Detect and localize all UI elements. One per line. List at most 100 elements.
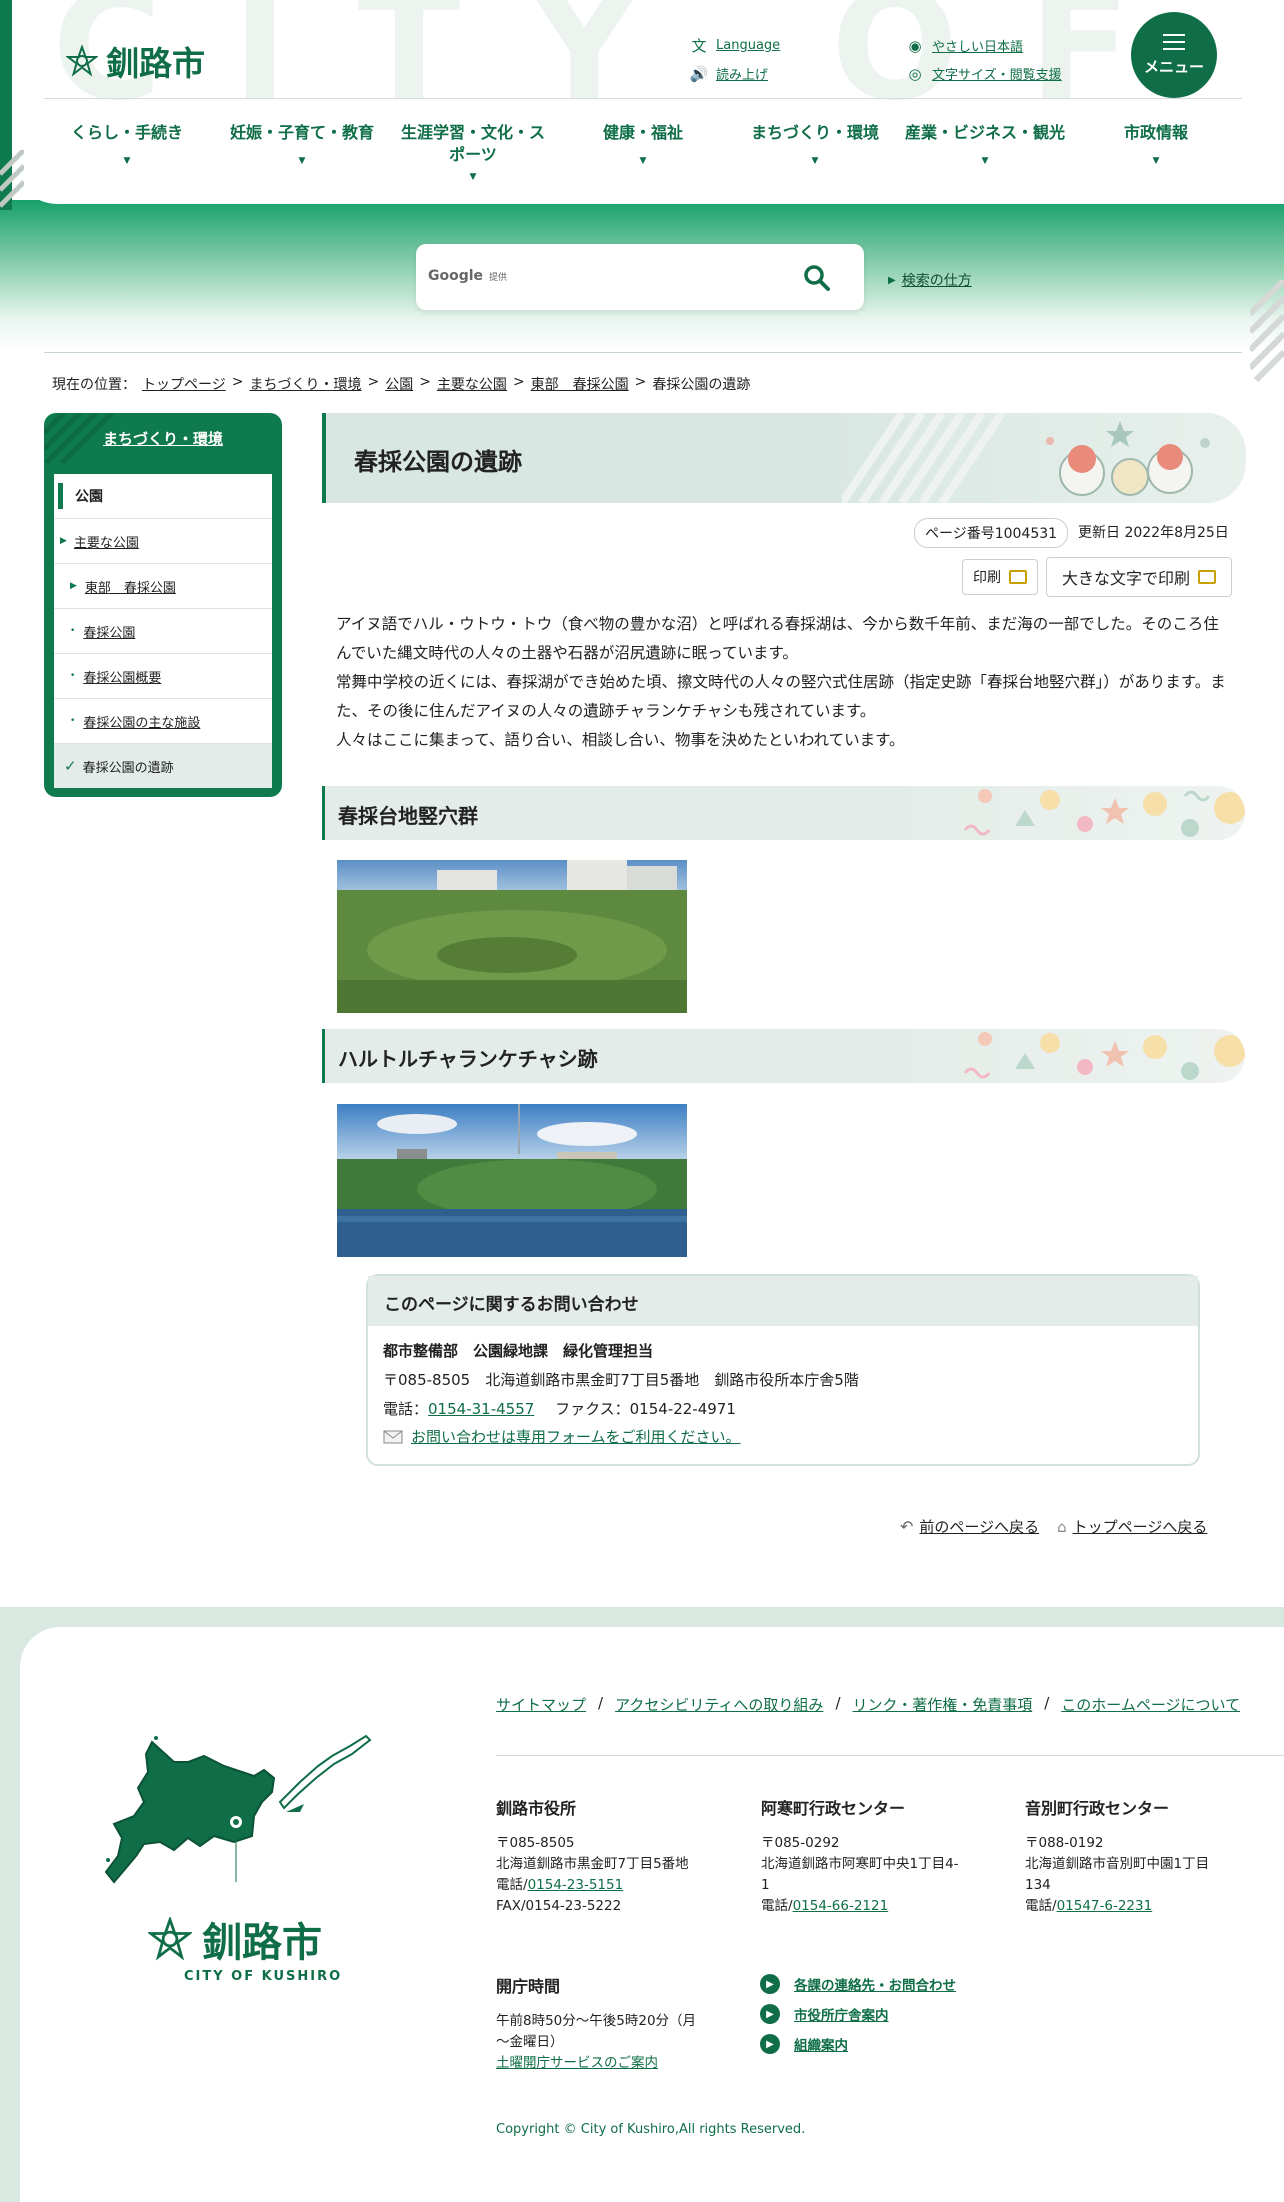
- quick-link-organization[interactable]: ▶ 組織案内: [760, 2034, 956, 2054]
- prev-page-label[interactable]: 前のページへ戻る: [919, 1516, 1039, 1537]
- footer-divider: [496, 1755, 1284, 1756]
- easy-japanese-link[interactable]: ◉ やさしい日本語: [906, 36, 1023, 56]
- nav-item-living[interactable]: くらし・手続き ▼: [62, 122, 192, 172]
- saturday-service-link[interactable]: 土曜開庁サービスのご案内: [496, 2055, 658, 2071]
- quick-link-label[interactable]: 組織案内: [794, 2034, 848, 2054]
- breadcrumb-separator: >: [231, 374, 244, 390]
- paragraph: アイヌ語でハル・ウトウ・トウ（食べ物の豊かな沼）と呼ばれる春採湖は、今から数千年…: [336, 615, 1219, 662]
- breadcrumb-link[interactable]: 東部 春採公園: [531, 374, 629, 394]
- quick-link-label[interactable]: 各課の連絡先・お問合わせ: [794, 1974, 956, 1994]
- language-label[interactable]: Language: [716, 38, 780, 53]
- tel-label: 電話/: [761, 1898, 793, 1914]
- hamburger-icon: [1163, 33, 1185, 50]
- breadcrumb-link[interactable]: 公園: [385, 374, 413, 394]
- breadcrumb-separator: >: [419, 374, 431, 390]
- contact-address: 〒085-8505 北海道釧路市黒金町7丁目5番地 釧路市役所本庁舎5階: [383, 1371, 859, 1389]
- search-help-link[interactable]: ▶ 検索の仕方: [888, 270, 972, 290]
- print-large-button[interactable]: 大きな文字で印刷: [1046, 557, 1232, 597]
- menu-label: メニュー: [1143, 57, 1204, 76]
- sidebar-item-park-ruins[interactable]: ✓ 春採公園の遺跡: [54, 744, 272, 788]
- office-name: 音別町行政センター: [1025, 1799, 1170, 1818]
- caret-down-icon: ▼: [298, 156, 306, 166]
- footer-link-about[interactable]: このホームページについて: [1061, 1694, 1240, 1715]
- page-back-links: ↶ 前のページへ戻る ⌂ トップページへ戻る: [900, 1516, 1207, 1537]
- top-page-link[interactable]: ⌂ トップページへ戻る: [1057, 1516, 1207, 1537]
- print-button[interactable]: 印刷: [962, 559, 1038, 595]
- read-aloud-label[interactable]: 読み上げ: [716, 64, 768, 83]
- section-heading: ハルトルチャランケチャシ跡: [338, 1047, 598, 1071]
- sidebar-item-label[interactable]: 東部 春採公園: [85, 577, 176, 596]
- sidebar-item-label[interactable]: 春採公園概要: [83, 667, 161, 686]
- office-tel-link[interactable]: 01547-6-2231: [1057, 1898, 1153, 1914]
- return-arrow-icon: ↶: [900, 1517, 914, 1536]
- nav-item-culture[interactable]: 生涯学習・文化・スポーツ ▼: [394, 122, 552, 188]
- sidebar-item-label[interactable]: 主要な公園: [74, 532, 139, 551]
- breadcrumb-current: 春採公園の遺跡: [652, 377, 751, 393]
- site-logo[interactable]: 釧路市: [66, 38, 205, 84]
- office-address: 北海道釧路市阿寒町中央1丁目4-1: [761, 1856, 959, 1893]
- menu-button[interactable]: メニュー: [1131, 12, 1217, 98]
- search-help-label[interactable]: 検索の仕方: [902, 270, 972, 290]
- office-name: 阿寒町行政センター: [761, 1799, 906, 1818]
- print-label: 印刷: [973, 570, 1001, 586]
- nav-label: 健康・福祉: [602, 123, 683, 142]
- footer-link-sitemap[interactable]: サイトマップ: [496, 1694, 586, 1715]
- top-page-label[interactable]: トップページへ戻る: [1073, 1516, 1208, 1537]
- sidebar-item-parks[interactable]: 公園: [54, 474, 272, 519]
- mascot-illustration: [1046, 421, 1210, 496]
- sidebar-item-major-parks[interactable]: ▶ 主要な公園: [54, 519, 272, 564]
- globe-icon: ◉: [908, 36, 922, 55]
- breadcrumb-link[interactable]: まちづくり・環境: [249, 374, 361, 394]
- bullet-icon: •: [70, 716, 76, 726]
- hokkaido-map-icon: [104, 1734, 372, 1884]
- caret-down-icon: ▼: [981, 156, 989, 166]
- section-decor-pattern: [963, 789, 1245, 837]
- nav-item-city-planning[interactable]: まちづくり・環境 ▼: [740, 122, 890, 172]
- breadcrumb-prefix: 現在の位置：: [52, 377, 136, 393]
- quick-link-building-guide[interactable]: ▶ 市役所庁舎案内: [760, 2004, 956, 2024]
- font-size-link[interactable]: ◎ 文字サイズ・閲覧支援: [906, 64, 1062, 84]
- sidebar-title-link[interactable]: まちづくり・環境: [44, 413, 282, 463]
- contact-form-link[interactable]: お問い合わせは専用フォームをご利用ください。: [383, 1426, 741, 1447]
- nav-item-industry[interactable]: 産業・ビジネス・観光 ▼: [898, 122, 1072, 172]
- quick-link-label[interactable]: 市役所庁舎案内: [794, 2004, 889, 2024]
- nav-label: 生涯学習・文化・スポーツ: [400, 123, 545, 164]
- read-aloud-link[interactable]: 🔊 読み上げ: [690, 64, 768, 84]
- contact-title: このページに関するお問い合わせ: [384, 1295, 639, 1315]
- nav-item-childcare[interactable]: 妊娠・子育て・教育 ▼: [222, 122, 382, 172]
- caret-down-icon: ▼: [1152, 156, 1160, 166]
- breadcrumb-link[interactable]: 主要な公園: [437, 374, 507, 394]
- footer-link-accessibility[interactable]: アクセシビリティへの取り組み: [615, 1694, 823, 1715]
- tel-label: 電話：: [383, 1400, 429, 1418]
- page-title: 春採公園の遺跡: [354, 448, 522, 476]
- language-link[interactable]: 文 Language: [690, 36, 780, 55]
- breadcrumb-link[interactable]: トップページ: [142, 374, 226, 394]
- sidebar-item-park-facilities[interactable]: • 春採公園の主な施設: [54, 699, 272, 744]
- quick-link-contacts[interactable]: ▶ 各課の連絡先・お問合わせ: [760, 1974, 956, 1994]
- home-icon: ⌂: [1057, 1517, 1067, 1536]
- section-heading: 春採台地竪穴群: [338, 804, 478, 828]
- office-address: 北海道釧路市黒金町7丁目5番地: [496, 1856, 689, 1872]
- nav-item-city-info[interactable]: 市政情報 ▼: [1096, 122, 1216, 172]
- font-size-label[interactable]: 文字サイズ・閲覧支援: [932, 64, 1062, 83]
- office-tel-link[interactable]: 0154-66-2121: [793, 1898, 889, 1914]
- body-text: アイヌ語でハル・ウトウ・トウ（食べ物の豊かな沼）と呼ばれる春採湖は、今から数千年…: [336, 610, 1226, 755]
- eye-icon: ◎: [908, 64, 922, 83]
- chashi-ruins-photo: [337, 1104, 687, 1257]
- footer-separator: /: [835, 1694, 841, 1712]
- footer-link-copyright[interactable]: リンク・著作権・免責事項: [853, 1694, 1033, 1715]
- office-tel-link[interactable]: 0154-23-5151: [528, 1877, 624, 1893]
- sidebar-item-harutori-park[interactable]: • 春採公園: [54, 609, 272, 654]
- contact-form-label[interactable]: お問い合わせは専用フォームをご利用ください。: [411, 1426, 741, 1447]
- decor-stripes-left: [0, 150, 24, 208]
- prev-page-link[interactable]: ↶ 前のページへ戻る: [900, 1516, 1039, 1537]
- easy-japanese-label[interactable]: やさしい日本語: [932, 36, 1023, 55]
- arrow-right-icon: ▶: [760, 2034, 780, 2054]
- sidebar-item-label[interactable]: 春採公園: [83, 622, 135, 641]
- tel-link[interactable]: 0154-31-4557: [428, 1400, 534, 1418]
- search-icon[interactable]: [803, 264, 831, 292]
- sidebar-item-harutori-east[interactable]: ▶ 東部 春採公園: [54, 564, 272, 609]
- sidebar-item-park-overview[interactable]: • 春採公園概要: [54, 654, 272, 699]
- nav-item-health[interactable]: 健康・福祉 ▼: [578, 122, 708, 172]
- sidebar-item-label[interactable]: 春採公園の主な施設: [83, 712, 200, 731]
